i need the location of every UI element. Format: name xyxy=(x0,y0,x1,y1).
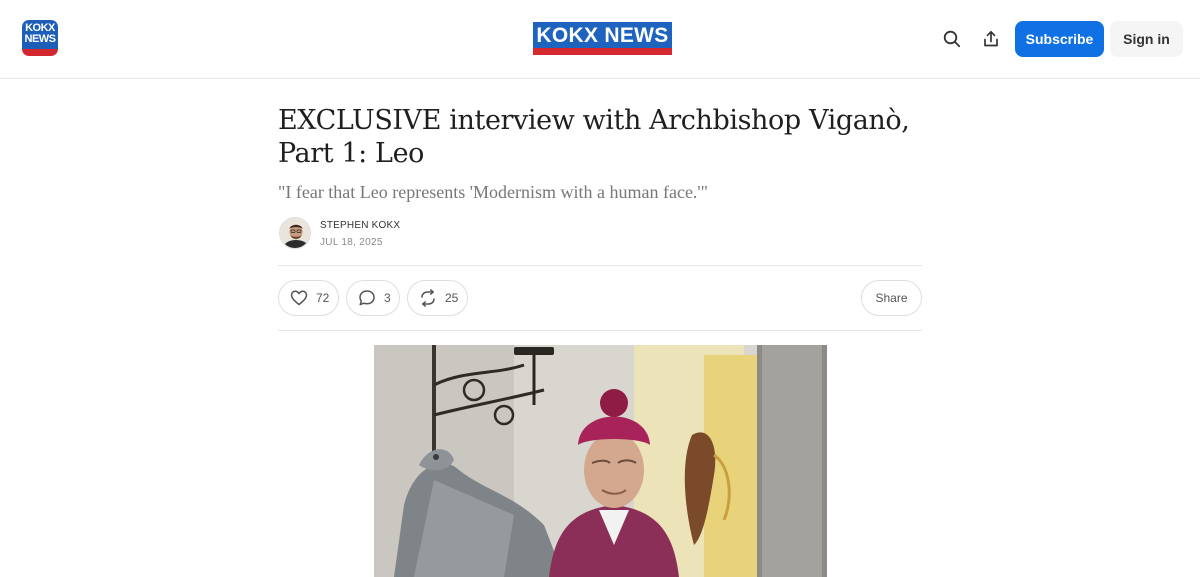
share-button[interactable]: Share xyxy=(861,280,922,316)
sign-in-button[interactable]: Sign in xyxy=(1110,21,1183,57)
share-upload-icon[interactable] xyxy=(980,28,1002,50)
like-button[interactable]: 72 xyxy=(278,280,339,316)
subscribe-button[interactable]: Subscribe xyxy=(1015,21,1104,57)
top-navigation-bar: KOKX NEWS KOKX NEWS Subscribe Sign in xyxy=(0,0,1200,79)
like-count: 72 xyxy=(316,291,330,305)
publication-logo[interactable]: KOKX NEWS xyxy=(22,20,58,56)
comment-button[interactable]: 3 xyxy=(346,280,400,316)
comment-count: 3 xyxy=(384,291,391,305)
search-icon[interactable] xyxy=(941,28,963,50)
comment-icon xyxy=(359,290,375,306)
author-avatar[interactable] xyxy=(279,217,311,249)
post-date: JUL 18, 2025 xyxy=(320,237,383,248)
restack-button[interactable]: 25 xyxy=(407,280,468,316)
divider xyxy=(278,265,922,266)
publication-wordmark[interactable]: KOKX NEWS xyxy=(533,22,672,55)
article-hero-image[interactable] xyxy=(374,345,827,577)
article-subtitle: "I fear that Leo represents 'Modernism w… xyxy=(278,182,709,202)
heart-icon xyxy=(290,290,308,306)
article-title: EXCLUSIVE interview with Archbishop Viga… xyxy=(278,105,910,169)
publication-wordmark-text: KOKX NEWS xyxy=(536,24,669,47)
restack-icon xyxy=(421,289,435,307)
restack-count: 25 xyxy=(445,291,459,305)
divider xyxy=(278,330,922,331)
publication-logo-text: KOKX NEWS xyxy=(24,22,57,45)
author-name[interactable]: STEPHEN KOKX xyxy=(320,220,400,232)
